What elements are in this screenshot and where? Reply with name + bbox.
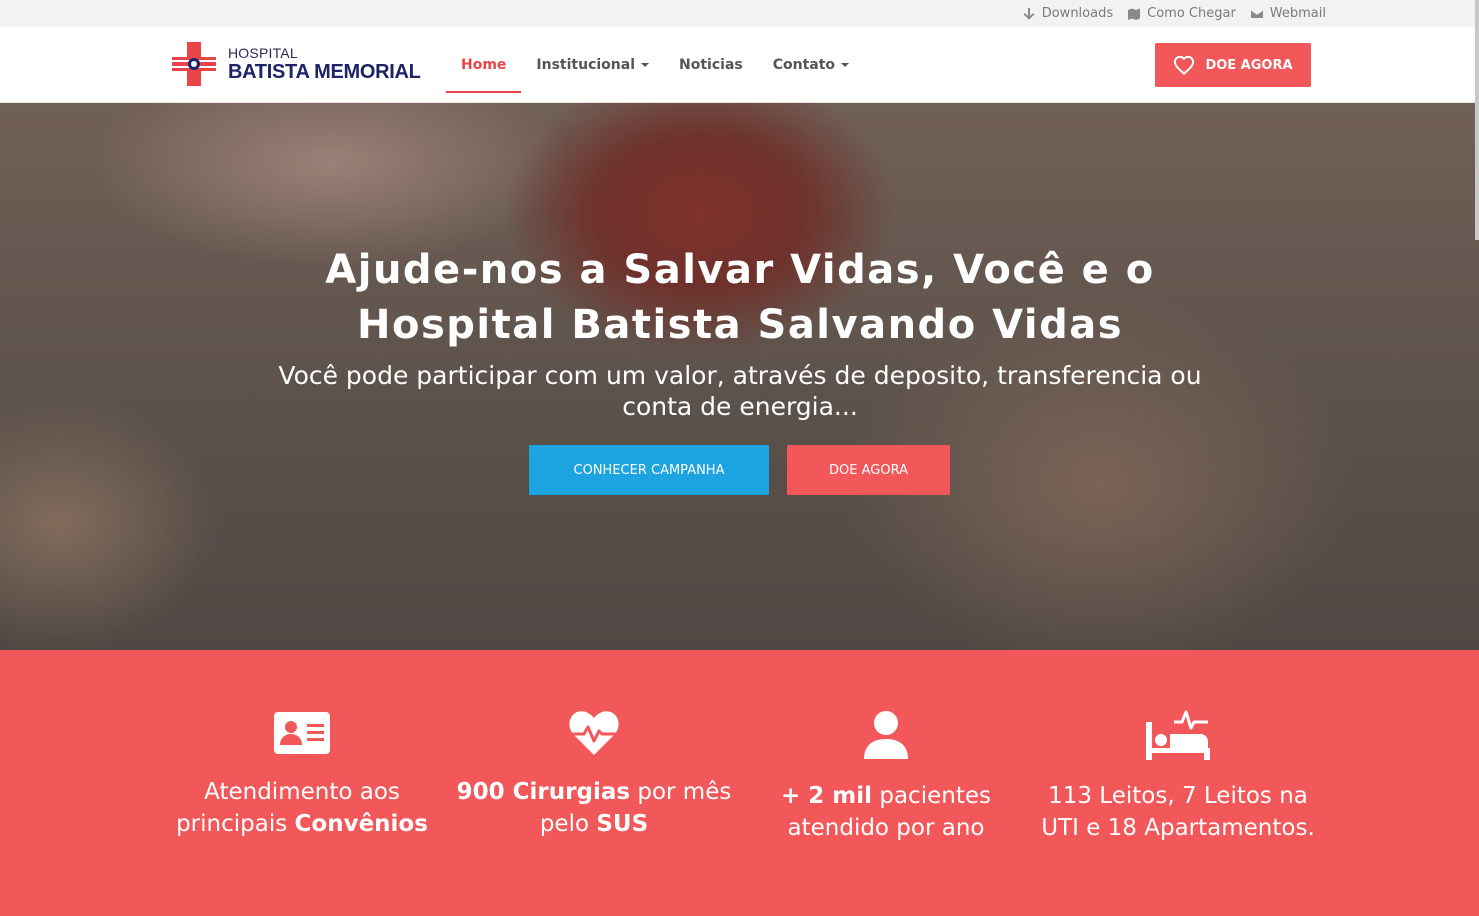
nav-item-contato[interactable]: Contato <box>758 27 864 103</box>
caret-down-icon <box>841 63 850 67</box>
feature-leitos: 113 Leitos, 7 Leitos na UTI e 18 Apartam… <box>1028 710 1328 844</box>
hospital-bed-icon <box>1146 710 1210 760</box>
hero-title-line-2: Hospital Batista Salvando Vidas <box>356 302 1123 348</box>
como-chegar-label: Como Chegar <box>1147 6 1236 21</box>
hero-title: Ajude-nos a Salvar Vidas, Você e o Hospi… <box>240 243 1240 353</box>
como-chegar-link[interactable]: Como Chegar <box>1127 6 1236 21</box>
heartbeat-icon <box>569 711 619 755</box>
feature-text-bold: 900 Cirurgias <box>456 779 631 805</box>
features-section: Atendimento aos principais Convênios 900… <box>0 650 1479 916</box>
caret-down-icon <box>641 63 650 67</box>
feature-pacientes: + 2 mil pacientes atendido por ano <box>736 710 1036 844</box>
feature-convenios-text: Atendimento aos principais Convênios <box>152 776 452 840</box>
utility-links: Downloads Como Chegar Webmail <box>1022 0 1326 27</box>
feature-cirurgias: 900 Cirurgias por mês pelo SUS <box>444 710 744 840</box>
hero-donate-button[interactable]: DOE AGORA <box>787 445 950 495</box>
nav-home-label: Home <box>461 57 507 73</box>
feature-text-part: Atendimento aos <box>204 779 400 805</box>
hero-subtitle: Você pode participar com um valor, atrav… <box>260 360 1220 422</box>
hero-subtitle-line-2: conta de energia... <box>622 392 858 421</box>
feature-text-part: pacientes <box>872 783 991 809</box>
donate-now-button[interactable]: DOE AGORA <box>1155 43 1311 87</box>
donate-now-label: DOE AGORA <box>1205 57 1293 73</box>
top-utility-bar: Downloads Como Chegar Webmail <box>0 0 1479 27</box>
webmail-label: Webmail <box>1269 6 1326 21</box>
logo-text: HOSPITAL BATISTA MEMORIAL <box>228 46 421 82</box>
main-nav: Home Institucional Noticias Contato <box>446 27 864 103</box>
hero-banner: Ajude-nos a Salvar Vidas, Você e o Hospi… <box>0 103 1479 650</box>
id-card-icon <box>274 712 330 754</box>
downloads-label: Downloads <box>1041 6 1114 21</box>
nav-institucional-label: Institucional <box>536 57 636 73</box>
feature-text-bold: + 2 mil <box>781 783 873 809</box>
feature-text-part: 113 Leitos, 7 Leitos na <box>1048 783 1308 809</box>
feature-text-part: por mês <box>630 779 732 805</box>
map-icon <box>1128 8 1141 20</box>
feature-pacientes-text: + 2 mil pacientes atendido por ano <box>736 780 1036 844</box>
main-navbar: HOSPITAL BATISTA MEMORIAL Home Instituci… <box>0 27 1479 103</box>
logo-big-text: BATISTA MEMORIAL <box>228 61 421 83</box>
logo-small-text: HOSPITAL <box>228 45 298 61</box>
campaign-button[interactable]: CONHECER CAMPANHA <box>529 445 769 495</box>
nav-item-noticias[interactable]: Noticias <box>664 27 758 103</box>
nav-contato-label: Contato <box>772 57 836 73</box>
nav-noticias-label: Noticias <box>679 57 743 73</box>
envelope-icon <box>1250 9 1263 18</box>
arrow-down-icon <box>1023 7 1035 20</box>
nav-item-home[interactable]: Home <box>446 27 522 103</box>
webmail-link[interactable]: Webmail <box>1250 6 1326 21</box>
hero-subtitle-line-1: Você pode participar com um valor, atrav… <box>278 361 1202 390</box>
nav-item-institucional[interactable]: Institucional <box>521 27 664 103</box>
hospital-logo[interactable]: HOSPITAL BATISTA MEMORIAL <box>172 42 421 86</box>
feature-text-bold: SUS <box>596 811 649 837</box>
page-scrollbar[interactable] <box>1475 0 1479 240</box>
user-icon <box>864 711 908 759</box>
feature-convenios: Atendimento aos principais Convênios <box>152 710 452 840</box>
hospital-cross-logo-icon <box>172 42 216 86</box>
feature-leitos-text: 113 Leitos, 7 Leitos na UTI e 18 Apartam… <box>1028 780 1328 844</box>
feature-text-part: principais <box>176 811 295 837</box>
hero-buttons: CONHECER CAMPANHA DOE AGORA <box>0 445 1479 495</box>
heart-outline-icon <box>1174 55 1195 75</box>
feature-text-bold: Convênios <box>294 811 428 837</box>
feature-text-part: UTI e 18 Apartamentos. <box>1041 815 1315 841</box>
feature-text-part: pelo <box>539 811 597 837</box>
hero-title-line-1: Ajude-nos a Salvar Vidas, Você e o <box>325 247 1155 293</box>
feature-cirurgias-text: 900 Cirurgias por mês pelo SUS <box>444 776 744 840</box>
feature-text-part: atendido por ano <box>787 815 985 841</box>
downloads-link[interactable]: Downloads <box>1022 6 1113 21</box>
